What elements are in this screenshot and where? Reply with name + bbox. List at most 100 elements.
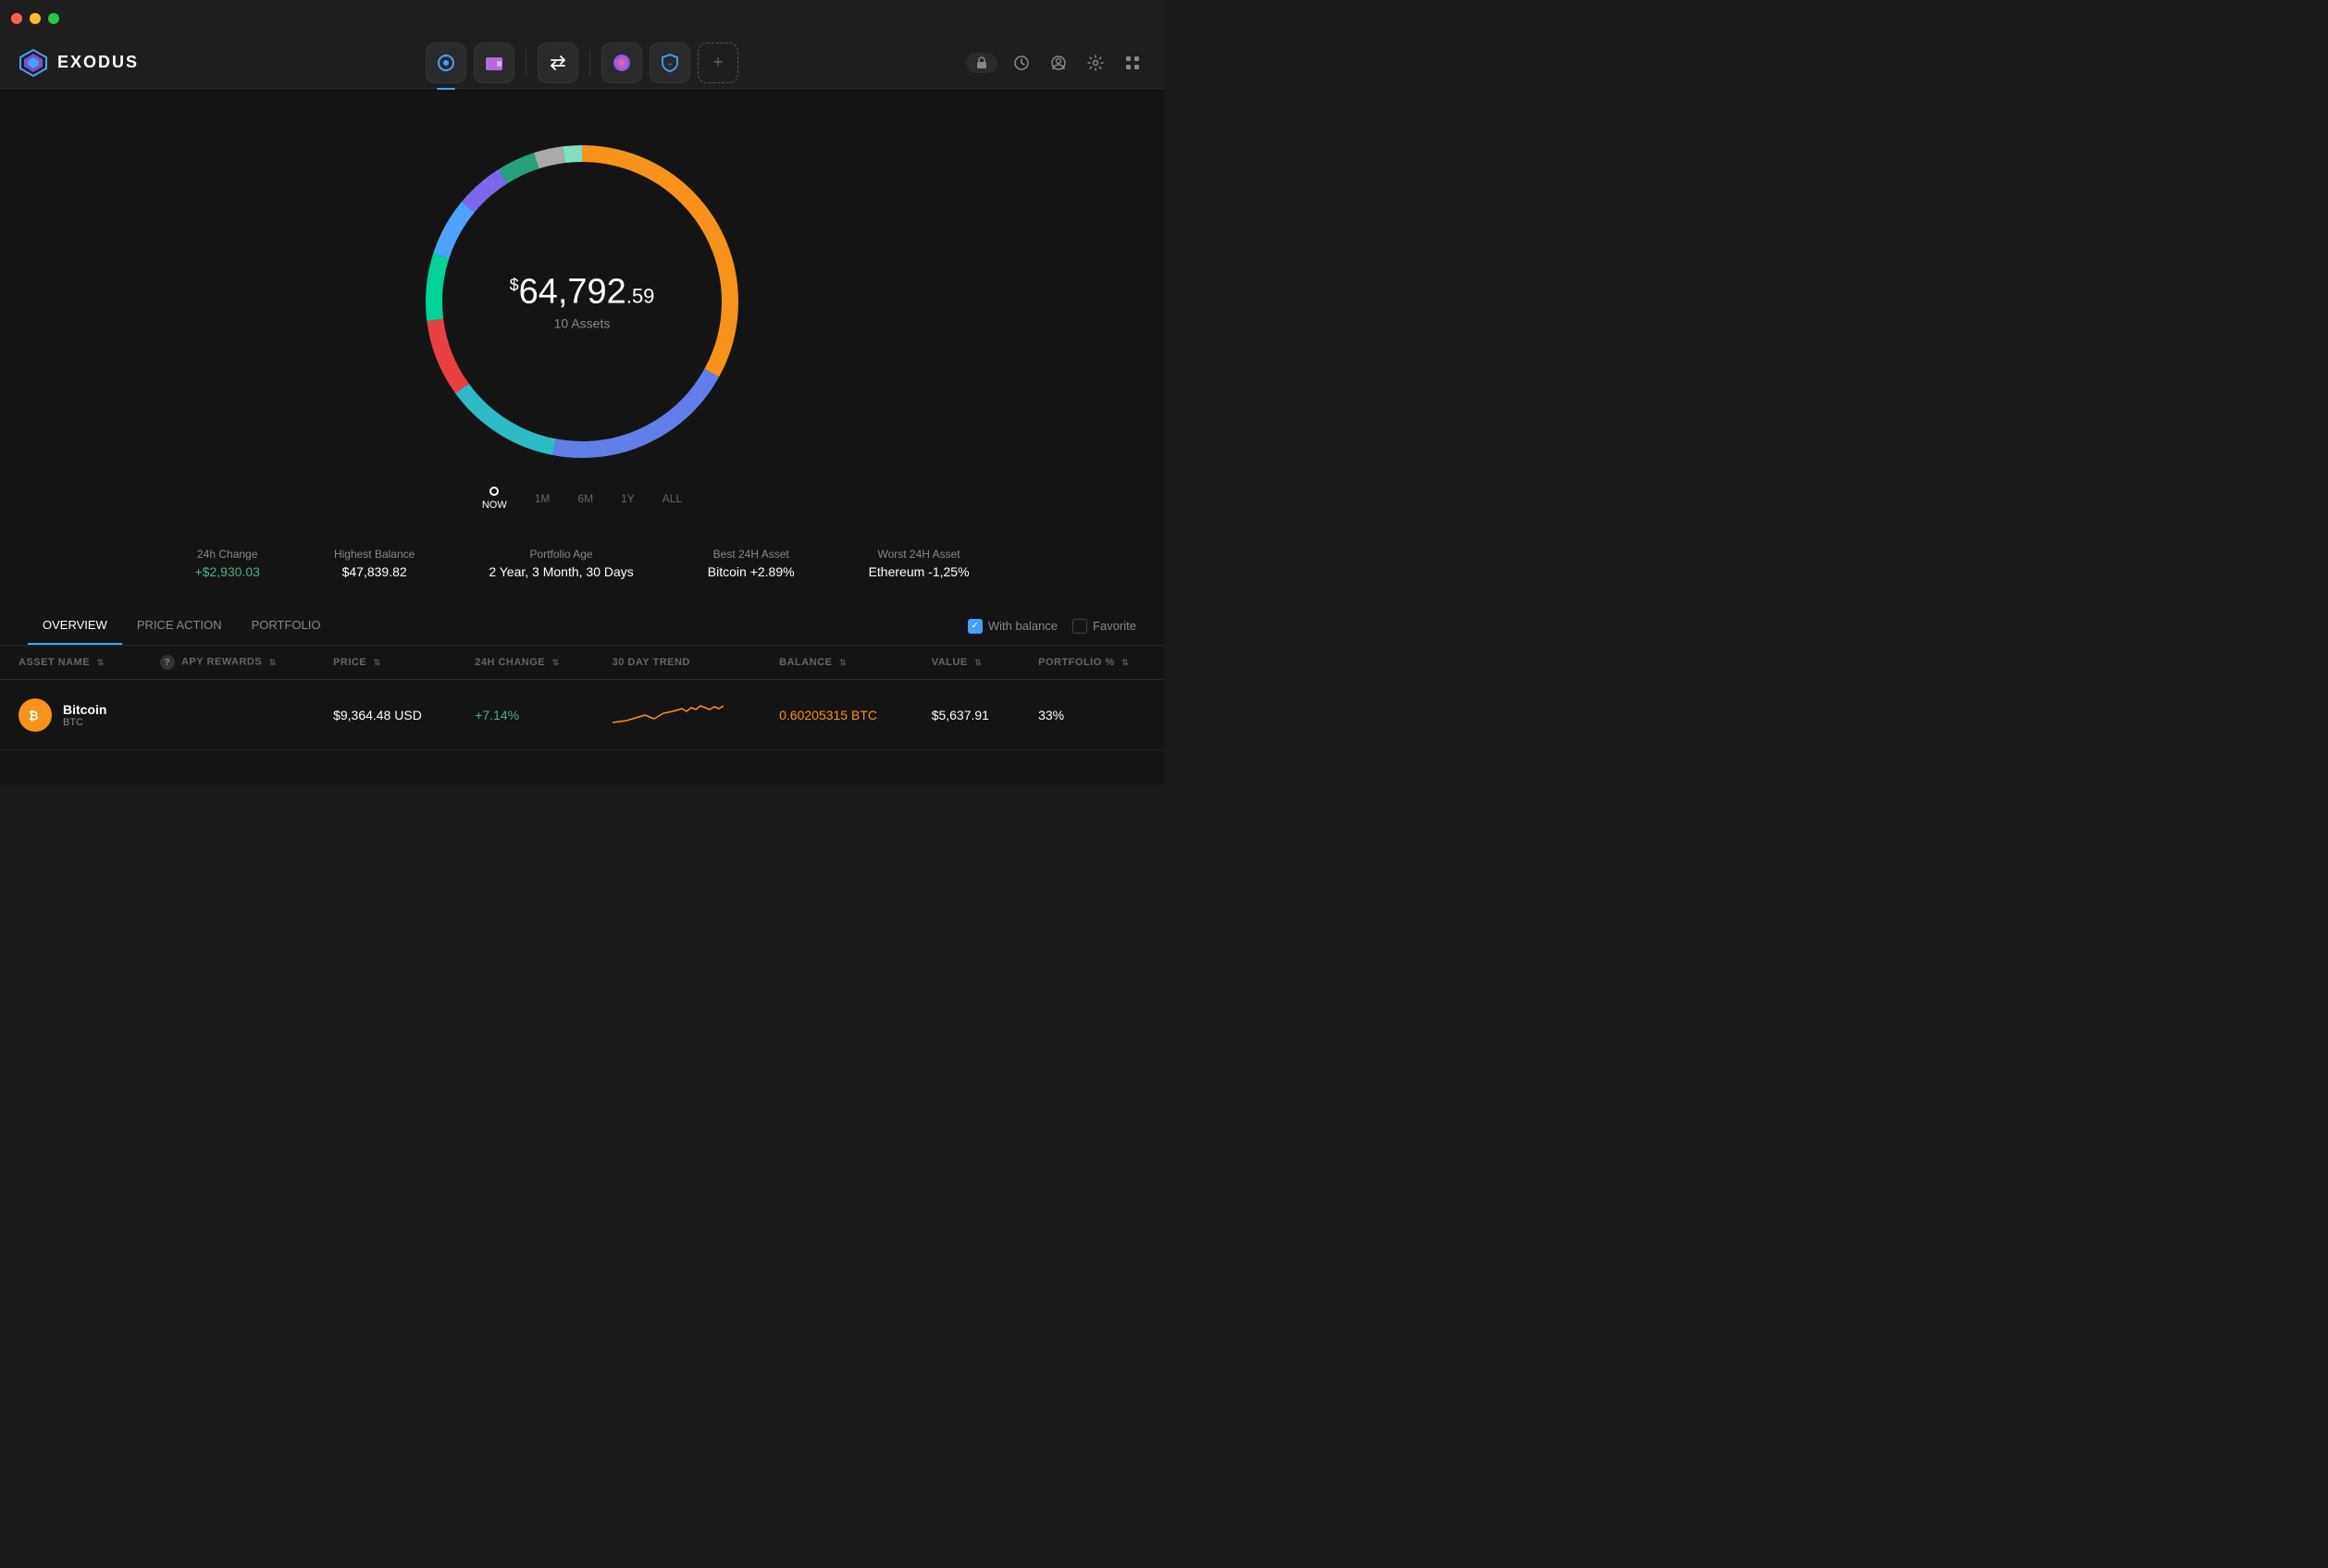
stat-age-label: Portfolio Age xyxy=(489,548,633,561)
col-balance-label: BALANCE xyxy=(779,657,832,668)
timeline-1y[interactable]: 1Y xyxy=(621,492,635,505)
favorite-label: Favorite xyxy=(1093,619,1136,633)
asset-info: ₿ Bitcoin BTC xyxy=(19,698,123,732)
chart-section: $64,792.59 10 Assets NOW 1M 6M 1Y ALL xyxy=(0,107,1164,520)
portfolio-icon xyxy=(436,53,456,73)
col-portfolio-pct[interactable]: PORTFOLIO % ⇅ xyxy=(1020,646,1164,680)
tab-overview[interactable]: OVERVIEW xyxy=(28,607,122,645)
wallet-icon xyxy=(484,53,504,73)
currency-symbol: $ xyxy=(510,276,519,294)
tab-portfolio[interactable]: PORTFOLIO xyxy=(237,607,336,645)
col-apy-rewards[interactable]: ? APY REWARDS ⇅ xyxy=(142,646,315,680)
minimize-button[interactable] xyxy=(30,13,41,24)
stat-24h-change: 24h Change +$2,930.03 xyxy=(194,548,259,579)
btc-balance: 0.60205315 BTC xyxy=(779,708,877,722)
filter-favorite[interactable]: Favorite xyxy=(1072,619,1136,634)
timeline-6m[interactable]: 6M xyxy=(577,492,593,505)
nav-nft-btn[interactable] xyxy=(601,43,642,83)
cell-24h-change: +7.14% xyxy=(456,680,593,750)
stat-best-value: Bitcoin +2.89% xyxy=(708,564,795,579)
col-24h-label: 24H CHANGE xyxy=(475,657,545,668)
apy-help-icon[interactable]: ? xyxy=(160,655,175,670)
cell-price: $9,364.48 USD xyxy=(315,680,456,750)
donut-center: $64,792.59 10 Assets xyxy=(510,273,655,331)
maximize-button[interactable] xyxy=(48,13,59,24)
nav-exchange-btn[interactable] xyxy=(538,43,578,83)
sort-portfolio: ⇅ xyxy=(1121,658,1129,668)
sort-apy: ⇅ xyxy=(269,658,277,668)
stat-worst-label: Worst 24H Asset xyxy=(869,548,970,561)
stats-row: 24h Change +$2,930.03 Highest Balance $4… xyxy=(0,529,1164,598)
nav-divider-2 xyxy=(589,49,590,77)
titlebar xyxy=(0,0,1164,37)
stat-highest-balance: Highest Balance $47,839.82 xyxy=(334,548,415,579)
nav-portfolio-btn[interactable] xyxy=(426,43,466,83)
col-price[interactable]: PRICE ⇅ xyxy=(315,646,456,680)
sort-24h: ⇅ xyxy=(552,658,560,668)
col-24h-change[interactable]: 24H CHANGE ⇅ xyxy=(456,646,593,680)
col-apy-label: APY REWARDS xyxy=(181,657,262,668)
col-asset-name[interactable]: ASSET NAME ⇅ xyxy=(0,646,142,680)
timeline-1m[interactable]: 1M xyxy=(535,492,551,505)
logo-text: EXODUS xyxy=(57,53,139,72)
exodus-logo-icon xyxy=(19,48,48,78)
btc-name: Bitcoin xyxy=(63,702,106,717)
stat-best-label: Best 24H Asset xyxy=(708,548,795,561)
grid-btn[interactable] xyxy=(1120,50,1145,76)
profile-btn[interactable] xyxy=(1046,50,1071,76)
settings-btn[interactable] xyxy=(1083,50,1108,76)
add-icon: + xyxy=(713,53,724,72)
nav-shield-btn[interactable]: + xyxy=(650,43,690,83)
nav-add-btn[interactable]: + xyxy=(698,43,738,83)
favorite-checkbox[interactable] xyxy=(1072,619,1087,634)
col-price-label: PRICE xyxy=(333,657,366,668)
table-header: ASSET NAME ⇅ ? APY REWARDS ⇅ PRICE ⇅ 24H… xyxy=(0,646,1164,680)
stat-worst-value: Ethereum -1,25% xyxy=(869,564,970,579)
donut-chart: $64,792.59 10 Assets xyxy=(406,126,758,477)
stat-24h-label: 24h Change xyxy=(194,548,259,561)
stat-highest-value: $47,839.82 xyxy=(334,564,415,579)
bitcoin-symbol: ₿ xyxy=(26,706,44,724)
cell-portfolio-pct: 33% xyxy=(1020,680,1164,750)
tabs-row: OVERVIEW PRICE ACTION PORTFOLIO ✓ With b… xyxy=(0,607,1164,646)
assets-table: ASSET NAME ⇅ ? APY REWARDS ⇅ PRICE ⇅ 24H… xyxy=(0,646,1164,750)
grid-icon xyxy=(1124,55,1141,71)
filter-with-balance[interactable]: ✓ With balance xyxy=(968,619,1058,634)
timeline-dot-circle xyxy=(489,487,499,496)
col-portfolio-label: PORTFOLIO % xyxy=(1038,657,1115,668)
with-balance-checkbox[interactable]: ✓ xyxy=(968,619,983,634)
lock-toggle[interactable] xyxy=(966,53,997,73)
btc-sparkline xyxy=(613,695,724,732)
table-body: ₿ Bitcoin BTC $9,364.48 USD +7.14% xyxy=(0,680,1164,750)
btc-change: +7.14% xyxy=(475,708,519,722)
col-value-label: VALUE xyxy=(932,657,968,668)
main-content: $64,792.59 10 Assets NOW 1M 6M 1Y ALL 24… xyxy=(0,89,1164,784)
sort-price: ⇅ xyxy=(374,658,381,668)
timeline-now[interactable]: NOW xyxy=(482,487,507,511)
svg-text:₿: ₿ xyxy=(29,709,39,722)
shield-icon: + xyxy=(660,53,680,73)
cell-value: $5,637.91 xyxy=(913,680,1020,750)
col-balance[interactable]: BALANCE ⇅ xyxy=(761,646,913,680)
exchange-icon xyxy=(548,53,568,73)
asset-name-col: Bitcoin BTC xyxy=(63,702,106,728)
close-button[interactable] xyxy=(11,13,22,24)
stat-age-value: 2 Year, 3 Month, 30 Days xyxy=(489,564,633,579)
nav-wallet-btn[interactable] xyxy=(474,43,514,83)
profile-icon xyxy=(1050,55,1067,71)
col-30-day-trend: 30 DAY TREND xyxy=(594,646,762,680)
portfolio-amount: $64,792.59 xyxy=(510,273,655,313)
nft-icon xyxy=(612,53,632,73)
svg-text:+: + xyxy=(668,62,672,68)
col-asset-name-label: ASSET NAME xyxy=(19,657,90,668)
history-btn[interactable] xyxy=(1009,50,1034,76)
settings-icon xyxy=(1087,55,1104,71)
stat-best-asset: Best 24H Asset Bitcoin +2.89% xyxy=(708,548,795,579)
col-trend-label: 30 DAY TREND xyxy=(613,657,690,668)
tab-price-action[interactable]: PRICE ACTION xyxy=(122,607,237,645)
btc-icon: ₿ xyxy=(19,698,52,732)
col-value[interactable]: VALUE ⇅ xyxy=(913,646,1020,680)
top-navigation: EXODUS xyxy=(0,37,1164,89)
timeline-all[interactable]: ALL xyxy=(662,492,682,505)
cell-trend xyxy=(594,680,762,750)
